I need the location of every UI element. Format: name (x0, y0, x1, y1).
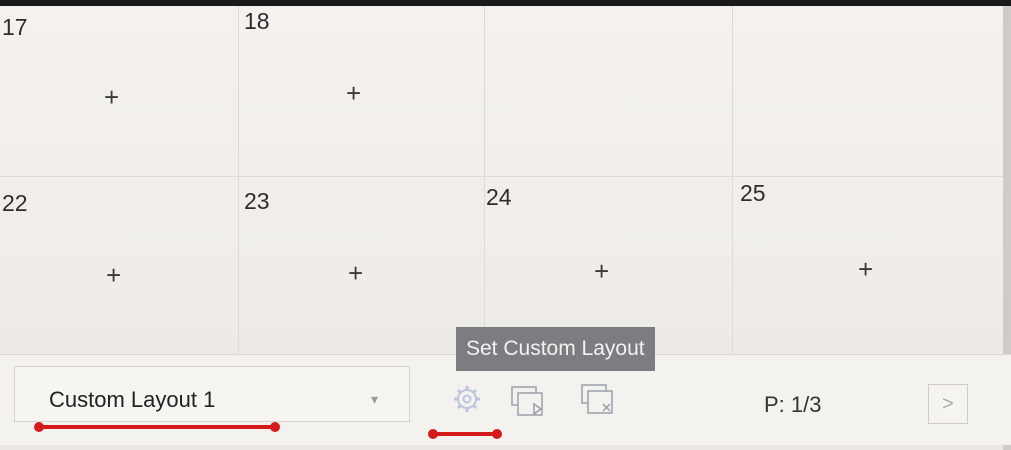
annotation-dot (270, 422, 280, 432)
cell-number: 18 (244, 8, 270, 34)
page-indicator: P: 1/3 (764, 392, 822, 417)
cell-number: 23 (244, 188, 270, 214)
annotation-underline (40, 425, 276, 429)
tooltip: Set Custom Layout (456, 327, 655, 371)
layout-select[interactable]: Custom Layout 1 ▾ (14, 366, 410, 422)
grid-divider (732, 6, 733, 360)
add-camera-icon[interactable]: + (106, 262, 121, 288)
gear-icon[interactable] (452, 384, 482, 414)
layout-select-value: Custom Layout 1 (49, 387, 216, 412)
add-camera-icon[interactable]: + (348, 260, 363, 286)
window-play-icon[interactable] (508, 384, 548, 420)
window-delete-icon[interactable] (578, 382, 618, 420)
grid-divider (238, 6, 239, 360)
cell-number: 24 (486, 184, 512, 210)
next-page-button[interactable]: > (928, 384, 968, 424)
annotation-dot (492, 429, 502, 439)
add-camera-icon[interactable]: + (594, 258, 609, 284)
cell-number: 25 (740, 180, 766, 206)
cell-number: 17 (2, 14, 28, 40)
grid-divider (0, 176, 1003, 177)
annotation-underline (434, 432, 498, 436)
add-camera-icon[interactable]: + (346, 80, 361, 106)
annotation-dot (428, 429, 438, 439)
add-camera-icon[interactable]: + (104, 84, 119, 110)
annotation-dot (34, 422, 44, 432)
grid-divider (484, 6, 485, 360)
cell-number: 22 (2, 190, 28, 216)
chevron-down-icon[interactable]: ▾ (371, 391, 378, 408)
add-camera-icon[interactable]: + (858, 256, 873, 282)
